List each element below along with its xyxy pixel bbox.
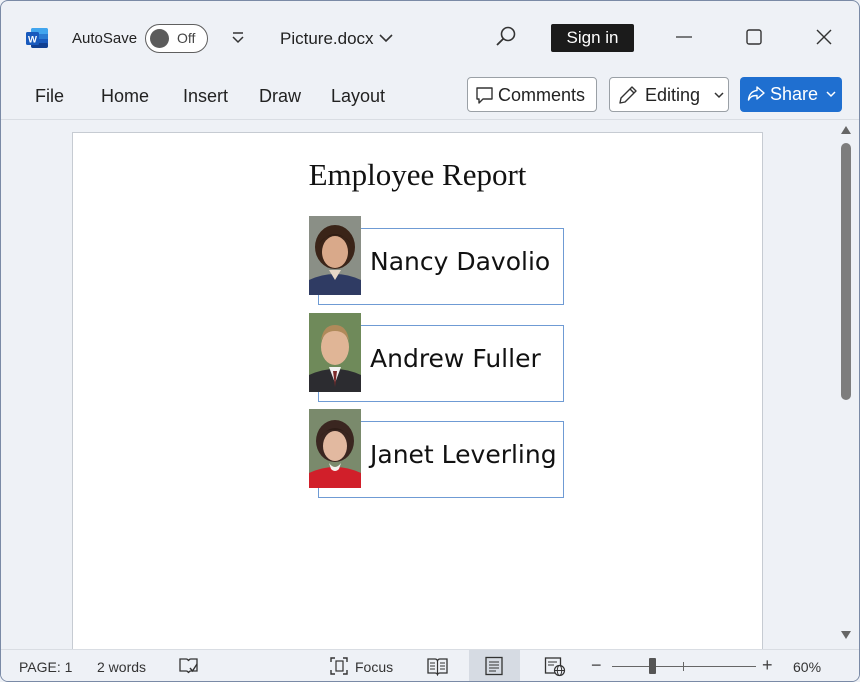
print-layout-button[interactable] bbox=[469, 650, 520, 681]
maximize-icon[interactable] bbox=[743, 26, 765, 48]
zoom-slider[interactable] bbox=[612, 658, 756, 674]
editing-mode-button[interactable]: Editing bbox=[609, 77, 729, 112]
document-name[interactable]: Picture.docx bbox=[280, 29, 374, 49]
page-indicator[interactable]: PAGE: 1 bbox=[19, 659, 72, 675]
tab-home[interactable]: Home bbox=[101, 86, 149, 107]
comments-label: Comments bbox=[498, 85, 586, 105]
chevron-down-icon bbox=[826, 91, 836, 98]
search-icon[interactable] bbox=[495, 26, 517, 48]
employee-photo bbox=[309, 216, 361, 295]
ribbon: File Home Insert Draw Layout Comments Ed… bbox=[1, 73, 859, 119]
employee-name: Andrew Fuller bbox=[370, 344, 541, 373]
autosave-state: Off bbox=[177, 30, 196, 46]
tab-insert[interactable]: Insert bbox=[183, 86, 228, 107]
signin-button[interactable]: Sign in bbox=[551, 24, 634, 52]
chevron-down-icon bbox=[714, 92, 724, 99]
tab-file[interactable]: File bbox=[35, 86, 64, 107]
svg-text:W: W bbox=[28, 34, 37, 45]
share-icon bbox=[747, 86, 765, 101]
zoom-out-button[interactable]: − bbox=[591, 655, 602, 676]
customize-qat-icon[interactable] bbox=[230, 28, 246, 48]
scroll-down-icon[interactable] bbox=[841, 631, 851, 639]
employee-name: Janet Leverling bbox=[370, 440, 557, 469]
employee-card[interactable]: Janet Leverling bbox=[309, 409, 600, 498]
toggle-knob bbox=[150, 29, 169, 48]
report-title: Employee Report bbox=[308, 157, 527, 192]
scroll-thumb[interactable] bbox=[841, 143, 851, 400]
autosave-label: AutoSave bbox=[72, 30, 138, 47]
tab-draw[interactable]: Draw bbox=[259, 86, 301, 107]
minimize-icon[interactable] bbox=[673, 26, 695, 48]
autosave-toggle[interactable]: Off bbox=[145, 24, 208, 53]
title-bar: W AutoSave Off Picture.docx Sign in bbox=[1, 1, 859, 73]
zoom-level[interactable]: 60% bbox=[793, 659, 821, 675]
chevron-down-icon[interactable] bbox=[378, 30, 394, 46]
document-canvas[interactable]: Employee Report Nancy Davolio Andrew Ful… bbox=[1, 119, 859, 662]
status-bar: PAGE: 1 2 words Focus − + 60% bbox=[1, 649, 859, 681]
employee-name: Nancy Davolio bbox=[370, 247, 551, 276]
employee-card[interactable]: Andrew Fuller bbox=[309, 313, 600, 402]
scroll-up-icon[interactable] bbox=[841, 126, 851, 134]
word-window: W AutoSave Off Picture.docx Sign in File… bbox=[0, 0, 860, 682]
comments-button[interactable]: Comments bbox=[467, 77, 597, 112]
zoom-in-button[interactable]: + bbox=[762, 655, 773, 676]
employee-card[interactable]: Nancy Davolio bbox=[309, 216, 600, 305]
tab-layout[interactable]: Layout bbox=[331, 86, 385, 107]
word-logo-icon: W bbox=[26, 28, 48, 48]
word-count[interactable]: 2 words bbox=[97, 659, 146, 675]
proofing-icon[interactable] bbox=[178, 656, 199, 676]
web-layout-icon[interactable] bbox=[544, 656, 566, 677]
zoom-slider-midpoint bbox=[683, 662, 684, 671]
print-layout-icon bbox=[485, 656, 503, 676]
vertical-scrollbar[interactable] bbox=[833, 120, 859, 650]
focus-label[interactable]: Focus bbox=[355, 659, 393, 675]
document-page[interactable]: Employee Report Nancy Davolio Andrew Ful… bbox=[72, 132, 763, 662]
share-button[interactable]: Share bbox=[740, 77, 842, 112]
zoom-slider-thumb[interactable] bbox=[649, 658, 656, 674]
editing-label: Editing bbox=[645, 85, 701, 105]
share-label: Share bbox=[770, 84, 819, 104]
employee-photo bbox=[309, 409, 361, 488]
focus-icon[interactable] bbox=[329, 656, 349, 676]
read-mode-icon[interactable] bbox=[427, 656, 448, 676]
employee-photo bbox=[309, 313, 361, 392]
pencil-icon bbox=[619, 86, 637, 104]
comment-icon bbox=[476, 87, 493, 104]
close-icon[interactable] bbox=[813, 26, 835, 48]
